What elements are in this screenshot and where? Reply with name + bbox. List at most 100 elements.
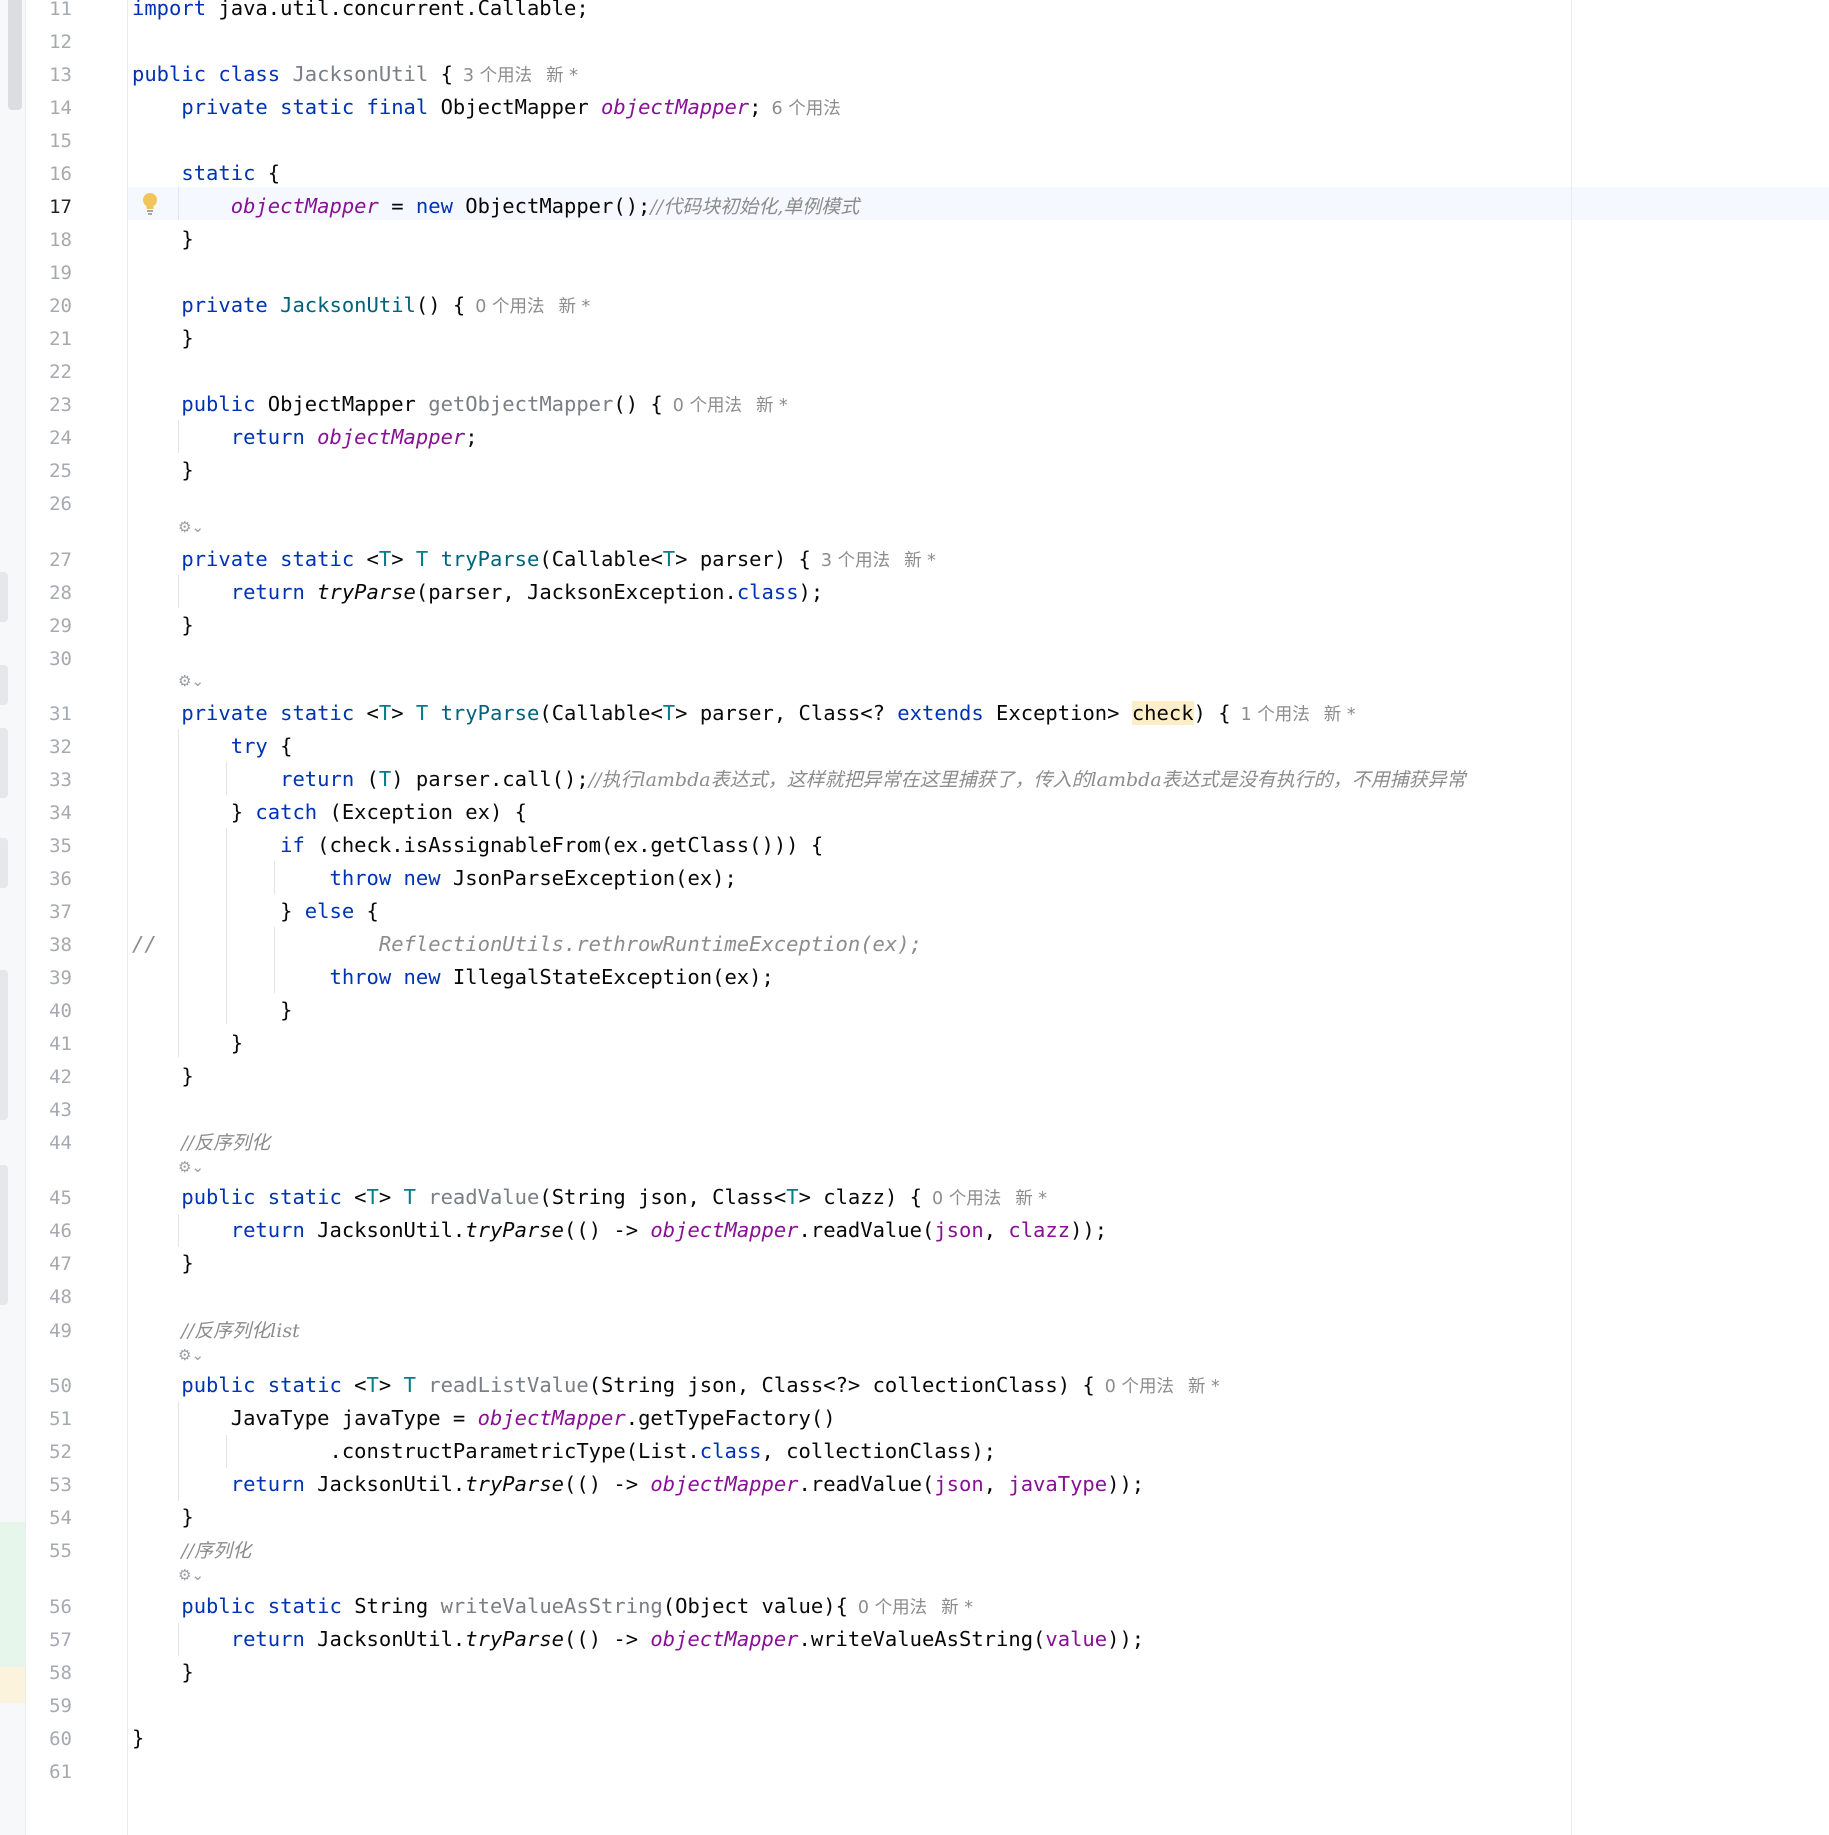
line-number[interactable]: 52 — [26, 1441, 72, 1463]
usage-hint[interactable]: 0 个用法 — [663, 396, 742, 416]
code-line-20[interactable]: private JacksonUtil() {0 个用法新 * — [132, 289, 590, 322]
line-number[interactable]: 61 — [26, 1761, 72, 1783]
line-number[interactable]: 51 — [26, 1408, 72, 1430]
usage-hint[interactable]: 1 个用法 — [1231, 705, 1310, 725]
usage-hint[interactable]: 0 个用法 — [922, 1189, 1001, 1209]
line-number[interactable]: 60 — [26, 1728, 72, 1750]
line-number[interactable]: 54 — [26, 1507, 72, 1529]
code-line-31[interactable]: private static <T> T tryParse(Callable<T… — [132, 697, 1356, 730]
line-number[interactable]: 39 — [26, 967, 72, 989]
line-number[interactable]: 34 — [26, 802, 72, 824]
line-number[interactable]: 42 — [26, 1066, 72, 1088]
line-number[interactable]: 57 — [26, 1629, 72, 1651]
usage-hint[interactable]: 3 个用法 — [811, 551, 890, 571]
line-number[interactable]: 17 — [26, 196, 72, 218]
code-line-21[interactable]: } — [132, 322, 193, 355]
code-line-60[interactable]: } — [132, 1722, 144, 1755]
code-line-58[interactable]: } — [132, 1656, 193, 1689]
code-line-46[interactable]: return JacksonUtil.tryParse(() -> object… — [132, 1214, 1107, 1247]
author-hint[interactable]: 新 * — [927, 1598, 973, 1618]
code-line-51[interactable]: JavaType javaType = objectMapper.getType… — [132, 1402, 836, 1435]
code-line-45[interactable]: public static <T> T readValue(String jso… — [132, 1181, 1047, 1214]
code-line-44[interactable]: //反序列化 — [132, 1126, 270, 1159]
ai-assistant-icon[interactable]: ⚙⌄ — [178, 672, 216, 694]
author-hint[interactable]: 新 * — [1174, 1377, 1220, 1397]
usage-hint[interactable]: 0 个用法 — [848, 1598, 927, 1618]
code-line-53[interactable]: return JacksonUtil.tryParse(() -> object… — [132, 1468, 1144, 1501]
ai-assistant-icon[interactable]: ⚙⌄ — [178, 1566, 216, 1588]
code-line-18[interactable]: } — [132, 223, 193, 256]
line-number[interactable]: 21 — [26, 328, 72, 350]
line-number[interactable]: 37 — [26, 901, 72, 923]
line-number[interactable]: 16 — [26, 163, 72, 185]
line-number[interactable]: 13 — [26, 64, 72, 86]
usage-hint[interactable]: 6 个用法 — [762, 99, 841, 119]
line-number[interactable]: 20 — [26, 295, 72, 317]
code-line-50[interactable]: public static <T> T readListValue(String… — [132, 1369, 1220, 1402]
code-line-39[interactable]: throw new IllegalStateException(ex); — [132, 961, 773, 994]
line-number[interactable]: 30 — [26, 648, 72, 670]
code-line-42[interactable]: } — [132, 1060, 193, 1093]
code-line-41[interactable]: } — [132, 1027, 243, 1060]
code-line-23[interactable]: public ObjectMapper getObjectMapper() {0… — [132, 388, 787, 421]
usage-hint[interactable]: 0 个用法 — [1095, 1377, 1174, 1397]
line-number[interactable]: 38 — [26, 934, 72, 956]
ai-assistant-icon[interactable]: ⚙⌄ — [178, 1346, 216, 1368]
code-line-49[interactable]: //反序列化list — [132, 1314, 299, 1347]
line-number[interactable]: 24 — [26, 427, 72, 449]
code-line-47[interactable]: } — [132, 1247, 193, 1280]
code-line-16[interactable]: static { — [132, 157, 280, 190]
line-number[interactable]: 18 — [26, 229, 72, 251]
line-number[interactable]: 29 — [26, 615, 72, 637]
code-line-33[interactable]: return (T) parser.call();//执行lambda表达式，这… — [132, 763, 1466, 796]
line-number[interactable]: 12 — [26, 31, 72, 53]
code-line-35[interactable]: if (check.isAssignableFrom(ex.getClass()… — [132, 829, 823, 862]
line-number[interactable]: 43 — [26, 1099, 72, 1121]
code-line-24[interactable]: return objectMapper; — [132, 421, 478, 454]
code-line-29[interactable]: } — [132, 609, 193, 642]
line-number[interactable]: 33 — [26, 769, 72, 791]
line-number[interactable]: 15 — [26, 130, 72, 152]
line-number[interactable]: 26 — [26, 493, 72, 515]
code-line-11[interactable]: import java.util.concurrent.Callable; — [132, 0, 589, 25]
code-line-25[interactable]: } — [132, 454, 193, 487]
line-number[interactable]: 45 — [26, 1187, 72, 1209]
code-line-32[interactable]: try { — [132, 730, 293, 763]
line-number[interactable]: 47 — [26, 1253, 72, 1275]
line-number[interactable]: 48 — [26, 1286, 72, 1308]
code-line-40[interactable]: } — [132, 994, 292, 1027]
line-number[interactable]: 19 — [26, 262, 72, 284]
code-line-57[interactable]: return JacksonUtil.tryParse(() -> object… — [132, 1623, 1144, 1656]
code-line-17[interactable]: objectMapper = new ObjectMapper();//代码块初… — [132, 190, 860, 223]
author-hint[interactable]: 新 * — [1001, 1189, 1047, 1209]
author-hint[interactable]: 新 * — [890, 551, 936, 571]
code-line-56[interactable]: public static String writeValueAsString(… — [132, 1590, 973, 1623]
author-hint[interactable]: 新 * — [532, 66, 578, 86]
line-number[interactable]: 11 — [26, 0, 72, 20]
code-line-36[interactable]: throw new JsonParseException(ex); — [132, 862, 736, 895]
line-number[interactable]: 41 — [26, 1033, 72, 1055]
usage-hint[interactable]: 3 个用法 — [453, 66, 532, 86]
code-line-55[interactable]: //序列化 — [132, 1534, 251, 1567]
line-number[interactable]: 49 — [26, 1320, 72, 1342]
line-number[interactable]: 32 — [26, 736, 72, 758]
code-line-14[interactable]: private static final ObjectMapper object… — [132, 91, 841, 124]
code-line-54[interactable]: } — [132, 1501, 193, 1534]
line-number[interactable]: 46 — [26, 1220, 72, 1242]
line-number[interactable]: 59 — [26, 1695, 72, 1717]
ai-assistant-icon[interactable]: ⚙⌄ — [178, 1158, 216, 1180]
line-number[interactable]: 56 — [26, 1596, 72, 1618]
usage-hint[interactable]: 0 个用法 — [465, 297, 544, 317]
line-number[interactable]: 40 — [26, 1000, 72, 1022]
line-number[interactable]: 36 — [26, 868, 72, 890]
line-number[interactable]: 44 — [26, 1132, 72, 1154]
code-line-13[interactable]: public class JacksonUtil {3 个用法新 * — [132, 58, 578, 91]
line-number[interactable]: 23 — [26, 394, 72, 416]
code-line-27[interactable]: private static <T> T tryParse(Callable<T… — [132, 543, 936, 576]
line-number[interactable]: 31 — [26, 703, 72, 725]
line-number[interactable]: 14 — [26, 97, 72, 119]
code-line-38[interactable]: // ReflectionUtils.rethrowRuntimeExcepti… — [132, 928, 922, 961]
code-line-34[interactable]: } catch (Exception ex) { — [132, 796, 527, 829]
code-line-52[interactable]: .constructParametricType(List.class, col… — [132, 1435, 996, 1468]
line-number[interactable]: 28 — [26, 582, 72, 604]
